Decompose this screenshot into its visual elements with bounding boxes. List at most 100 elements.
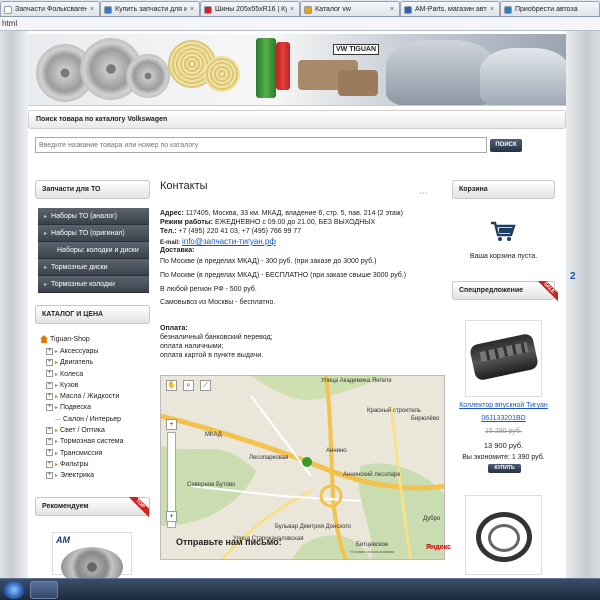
map-label: Северное Бутово — [187, 482, 236, 488]
home-icon — [40, 335, 48, 344]
map-label: Красный строитель — [367, 408, 422, 414]
map-hand-tool[interactable]: ✋ — [166, 380, 177, 391]
browser-tab[interactable]: Каталог vw × — [300, 1, 400, 16]
product-code[interactable]: 06J133201BD — [452, 415, 555, 422]
tab-close-icon[interactable]: × — [190, 6, 196, 13]
recommend-product-image[interactable]: AM — [52, 532, 132, 587]
catalog-tree: Tiguan-Shop + ▸ Аксессуары + ▸ Двигатель + ▸ Кол… — [40, 334, 151, 482]
tab-close-icon[interactable]: × — [390, 6, 396, 13]
catalog-item[interactable]: + ▸ Трансмиссия — [40, 448, 151, 459]
search-button[interactable]: ПОИСК — [490, 139, 522, 152]
to-menu-item-label: Наборы ТО (оригинал) — [51, 230, 125, 237]
special-product-image[interactable] — [465, 320, 542, 397]
page-background-left — [0, 31, 28, 578]
print-email-icons[interactable]: ▫▫▫ — [419, 191, 428, 197]
catalog-item[interactable]: — Салон / Интерьер — [40, 414, 151, 425]
map-zoom-tool[interactable]: ⌕ — [183, 380, 194, 391]
phone-line: Тел.: +7 (495) 220 41 03, +7 (495) 766 9… — [160, 228, 302, 235]
special-product-image-2[interactable] — [465, 495, 542, 575]
catalog-item-label: Колеса — [60, 370, 84, 378]
browser-tab-strip: Запчасти Фольксваген × Купить запчасти для… — [0, 0, 600, 17]
catalog-item[interactable]: + ▸ Подвеска — [40, 402, 151, 413]
map-ruler-tool[interactable]: ⟋ — [200, 380, 211, 391]
taskbar-window-button[interactable] — [30, 581, 58, 599]
expand-icon[interactable]: + — [46, 449, 53, 457]
tab-favicon-icon — [304, 5, 312, 14]
oil-bottle-image — [256, 38, 276, 98]
browser-tab[interactable]: Запчасти Фольксваген × — [0, 1, 100, 16]
to-menu-item[interactable]: Наборы: колодки и диски — [38, 242, 149, 259]
to-menu-item[interactable]: ▸ Тормозные колодки — [38, 276, 149, 293]
browser-tab[interactable]: AM-Parts, магазин авто × — [400, 1, 500, 16]
search-input[interactable] — [35, 137, 487, 153]
catalog-item[interactable]: + ▸ Двигатель — [40, 357, 151, 368]
catalog-item[interactable]: + ▸ Колеса — [40, 369, 151, 380]
browser-tab[interactable]: Купить запчасти для ин × — [100, 1, 200, 16]
catalog-item[interactable]: + ▸ Тормозная система — [40, 436, 151, 447]
tab-label: Каталог vw — [315, 6, 351, 13]
to-menu-item[interactable]: ▸ Наборы ТО (аналог) — [38, 208, 149, 225]
expand-icon[interactable]: + — [46, 358, 53, 366]
catalog-item-label: Аксессуары — [60, 348, 99, 355]
email-line: E-mail: info@запчасти-тигуан.рф — [160, 237, 276, 246]
expand-icon[interactable]: + — [46, 370, 53, 378]
map-label: Битцевское — [356, 542, 389, 548]
taskbar — [0, 578, 600, 600]
arrow-right-icon: ▸ — [44, 231, 48, 237]
yandex-logo: Яндекс — [426, 544, 451, 551]
tab-favicon-icon — [404, 5, 412, 14]
expand-icon[interactable]: + — [46, 381, 53, 389]
current-price: 13 900 руб. — [483, 441, 524, 450]
expand-icon[interactable]: + — [46, 471, 53, 479]
to-menu-item[interactable]: ▸ Тормозные диски — [38, 259, 149, 276]
expand-icon[interactable]: + — [46, 438, 53, 446]
bullet-icon: ▸ — [55, 428, 59, 435]
map-zoom-out-icon[interactable]: + — [166, 511, 177, 522]
catalog-item[interactable]: + ▸ Кузов — [40, 380, 151, 391]
tab-label: AM-Parts, магазин авто — [415, 6, 487, 13]
expand-icon[interactable]: + — [46, 392, 53, 400]
location-map[interactable]: ✋ ⌕ ⟋ + + Улица Академика Янгеля МКАД Ле… — [160, 375, 445, 560]
address-bar[interactable]: html — [0, 17, 600, 31]
tab-close-icon[interactable]: × — [90, 6, 96, 13]
tab-favicon-icon — [504, 5, 512, 14]
catalog-item-label: Кузов — [60, 381, 79, 389]
catalog-item[interactable]: + ▸ Свет / Оптика — [40, 425, 151, 436]
catalog-item[interactable]: + ▸ Электрика — [40, 470, 151, 481]
expand-icon[interactable]: + — [46, 347, 53, 355]
catalog-item-label: Электрика — [60, 472, 95, 480]
browser-tab[interactable]: Шины 205x55xR16 | Ку × — [200, 1, 300, 16]
catalog-root[interactable]: Tiguan-Shop — [40, 334, 151, 346]
arrow-right-icon: ▸ — [44, 282, 48, 288]
catalog-item[interactable]: + ▸ Аксессуары — [40, 346, 151, 357]
tab-close-icon[interactable]: × — [290, 6, 296, 13]
email-link[interactable]: info@запчасти-тигуан.рф — [182, 237, 276, 246]
to-menu-item[interactable]: ▸ Наборы ТО (оригинал) — [38, 225, 149, 242]
catalog-item[interactable]: + ▸ Фильтры — [40, 459, 151, 470]
brand-logo: AM — [56, 535, 70, 545]
start-button[interactable] — [3, 581, 25, 599]
page-title: Контакты — [160, 180, 208, 192]
hours-line: Режим работы: ЕЖЕДНЕВНО с 09.00 до 21.00… — [160, 219, 376, 226]
cart-empty-text: Ваша корзина пуста. — [469, 253, 538, 260]
buy-button[interactable]: КУПИТЬ — [488, 464, 521, 473]
catalog-item[interactable]: + ▸ Масла / Жидкости — [40, 391, 151, 402]
bullet-icon: ▸ — [55, 371, 59, 378]
address-line: Адрес: 117405, Москва, 33 км. МКАД, влад… — [160, 210, 403, 217]
cart-icon[interactable] — [490, 221, 516, 243]
map-terms-link[interactable]: Условия использования — [350, 549, 394, 554]
arrow-right-icon: ▸ — [44, 214, 48, 220]
cart-box-title: Корзина — [452, 180, 555, 199]
tab-close-icon[interactable]: × — [490, 6, 496, 13]
expand-icon[interactable]: + — [46, 460, 53, 468]
bullet-icon: ▸ — [55, 360, 59, 367]
header-banner: VW TIGUAN — [28, 34, 566, 106]
map-zoom-in-icon[interactable]: + — [166, 419, 177, 430]
expand-icon[interactable]: + — [46, 404, 53, 412]
expand-icon[interactable] — [46, 415, 53, 422]
browser-tab[interactable]: Приобрести автоза — [500, 1, 600, 16]
tab-favicon-icon — [4, 5, 12, 14]
expand-icon[interactable]: + — [46, 426, 53, 434]
product-name[interactable]: Коллектор впускной Тигуан — [452, 402, 555, 409]
to-menu-item-label: Наборы: колодки и диски — [57, 247, 139, 254]
